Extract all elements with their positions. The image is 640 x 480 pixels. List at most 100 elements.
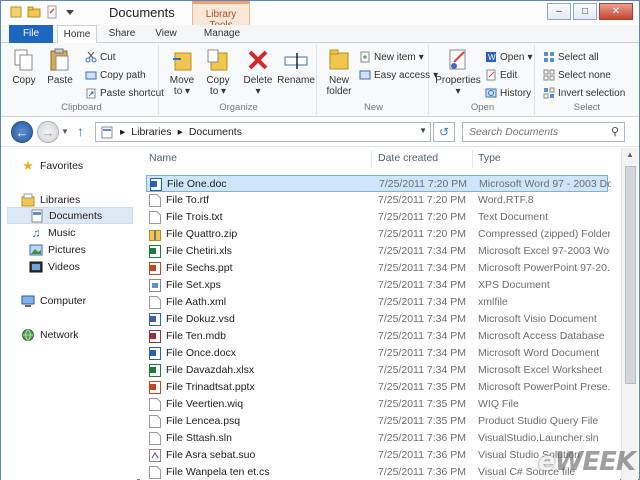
new-folder-button[interactable]: New folder <box>321 47 357 97</box>
file-row[interactable]: File Trois.txt 7/25/2011 7:20 PM Text Docu… <box>146 209 608 226</box>
paste-button[interactable]: Paste <box>45 47 75 86</box>
breadcrumb-documents[interactable]: Documents <box>189 126 242 138</box>
tab-view[interactable]: View <box>151 25 181 43</box>
properties-qat-icon[interactable] <box>9 5 23 19</box>
file-row[interactable]: File Quattro.zip 7/25/2011 7:20 PM Compres… <box>146 226 610 243</box>
nav-libraries[interactable]: Libraries <box>21 191 153 208</box>
new-group: New folder New item ▾ Easy access ▾ New <box>319 45 438 115</box>
nav-favorites[interactable]: ★ Favorites <box>21 157 153 174</box>
move-to-button[interactable]: Move to ▾ <box>165 47 199 97</box>
library-breadcrumb-icon <box>101 126 113 139</box>
file-row[interactable]: File Ten.mdb 7/25/2011 7:34 PM Microsoft A… <box>146 328 608 345</box>
word-icon <box>149 347 161 360</box>
delete-button[interactable]: Delete ▾ <box>241 47 275 97</box>
chevron-down-icon: ▾ <box>455 86 461 97</box>
close-button[interactable]: ✕ <box>599 3 633 20</box>
recent-locations-button[interactable]: ▼ <box>61 127 69 136</box>
refresh-button[interactable]: ↺ <box>433 122 455 142</box>
select-all-button[interactable]: Select all <box>543 51 599 63</box>
forward-button[interactable]: → <box>37 121 59 143</box>
select-none-button[interactable]: Select none <box>543 69 611 81</box>
breadcrumb-libraries[interactable]: Libraries <box>131 126 171 138</box>
rename-button[interactable]: Rename <box>277 47 315 86</box>
nav-documents[interactable]: Documents <box>7 207 133 224</box>
tab-home[interactable]: Home <box>57 25 97 44</box>
tab-manage[interactable]: Manage <box>197 25 247 43</box>
breadcrumb-separator[interactable]: ▸ <box>120 126 125 138</box>
edit-button[interactable]: Edit <box>485 69 517 81</box>
file-row[interactable]: File Chetiri.xls 7/25/2011 7:34 PM Microso… <box>146 243 610 260</box>
column-header-date[interactable]: Date created <box>378 152 438 164</box>
copy-to-label: Copy <box>206 75 230 86</box>
address-bar[interactable]: ▸ Libraries ▸ Documents ▼ <box>95 122 431 142</box>
search-icon[interactable]: ⚲ <box>611 125 619 138</box>
nav-network[interactable]: Network <box>21 326 153 343</box>
file-row[interactable]: File Veertien.wiq 7/25/2011 7:35 PM WIQ Fi… <box>146 396 608 413</box>
new-folder-qat-icon[interactable] <box>27 5 41 19</box>
open-button[interactable]: W Open ▾ <box>485 51 533 63</box>
file-row[interactable]: File Aath.xml 7/25/2011 7:34 PM xmlfile <box>146 294 608 311</box>
up-button[interactable]: ↑ <box>77 123 84 139</box>
new-item-button[interactable]: New item ▾ <box>359 51 424 63</box>
paste-shortcut-button[interactable]: Paste shortcut <box>85 87 164 99</box>
file-row[interactable]: File Once.docx 7/25/2011 7:34 PM Microsoft… <box>146 345 608 362</box>
file-row[interactable]: File One.doc 7/25/2011 7:20 PM Microsoft W… <box>146 175 611 192</box>
file-row[interactable]: File Dokuz.vsd 7/25/2011 7:34 PM Microsoft… <box>146 311 608 328</box>
address-dropdown-icon[interactable]: ▼ <box>419 126 427 135</box>
tab-file[interactable]: File <box>9 25 53 43</box>
file-type: Microsoft Word Document <box>478 347 600 359</box>
properties-button[interactable]: Properties ▾ <box>435 47 481 97</box>
invert-selection-button[interactable]: Invert selection <box>543 87 625 99</box>
file-row[interactable]: File To.rtf 7/25/2011 7:20 PM Word.RTF.8 <box>146 192 608 209</box>
tab-share[interactable]: Share <box>105 25 139 43</box>
file-type: WIQ File <box>478 398 519 410</box>
back-button[interactable]: ← <box>11 121 33 143</box>
customize-qat-icon[interactable] <box>63 5 77 19</box>
file-row[interactable]: File Set.xps 7/25/2011 7:34 PM XPS Documen… <box>146 277 608 294</box>
new-group-label: New <box>363 102 383 113</box>
file-row[interactable]: File Sechs.ppt 7/25/2011 7:34 PM Microsoft… <box>146 260 610 277</box>
history-button[interactable]: History <box>485 87 531 99</box>
maximize-button[interactable]: □ <box>573 3 597 20</box>
file-name: File Wanpela ten et.cs <box>166 466 270 478</box>
column-divider[interactable] <box>472 150 473 168</box>
scroll-up-icon[interactable]: ▲ <box>626 150 634 159</box>
copy-button[interactable]: Copy <box>9 47 39 86</box>
cut-button[interactable]: Cut <box>85 51 116 63</box>
file-type: Product Studio Query File <box>478 415 599 427</box>
copy-to-button[interactable]: Copy to ▾ <box>201 47 235 97</box>
copy-path-button[interactable]: Copy path <box>85 69 146 81</box>
access-icon <box>149 330 161 343</box>
column-header-type[interactable]: Type <box>478 152 501 164</box>
file-name: File Asra sebat.suo <box>166 449 256 461</box>
nav-libraries-label: Libraries <box>40 193 81 206</box>
file-row[interactable]: File Sttash.sln 7/25/2011 7:36 PM VisualSt… <box>146 430 608 447</box>
vertical-scrollbar[interactable]: ▲ <box>621 148 638 480</box>
pictures-icon <box>29 244 43 255</box>
column-divider[interactable] <box>371 150 372 168</box>
file-date-created: 7/25/2011 7:35 PM <box>378 415 466 427</box>
select-group: Select all Select none Invert selection … <box>537 45 637 115</box>
chevron-down-icon: ▾ <box>221 86 227 97</box>
document-qat-icon[interactable] <box>45 5 59 19</box>
breadcrumb-separator[interactable]: ▸ <box>178 126 183 138</box>
nav-videos-label: Videos <box>48 260 80 273</box>
select-none-icon <box>543 69 555 81</box>
scrollbar-thumb[interactable] <box>625 166 636 384</box>
eweek-watermark: eWEEK <box>538 447 636 477</box>
doc-icon <box>149 466 161 479</box>
file-row[interactable]: File Lencea.psq 7/25/2011 7:35 PM Product … <box>146 413 608 430</box>
nav-computer[interactable]: Computer <box>21 292 153 309</box>
file-row[interactable]: File Trinadtsat.pptx 7/25/2011 7:35 PM Mic… <box>146 379 610 396</box>
easy-access-button[interactable]: Easy access ▾ <box>359 69 438 81</box>
file-row[interactable]: File Davazdah.xlsx 7/25/2011 7:34 PM Micro… <box>146 362 608 379</box>
nav-network-label: Network <box>40 328 79 341</box>
network-icon <box>22 328 34 341</box>
search-box[interactable]: ⚲ <box>462 122 625 142</box>
search-input[interactable] <box>463 123 603 141</box>
file-type: Word.RTF.8 <box>478 194 534 206</box>
column-header-name[interactable]: Name <box>149 152 177 164</box>
file-date-created: 7/25/2011 7:34 PM <box>378 347 466 359</box>
move-to-label: Move <box>169 75 195 86</box>
minimize-button[interactable]: – <box>547 3 571 20</box>
